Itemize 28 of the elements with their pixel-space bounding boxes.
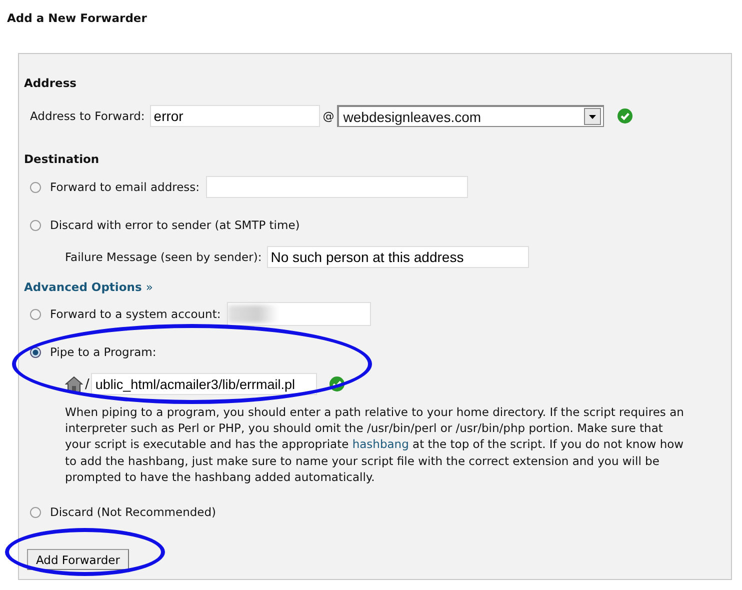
- radio-button[interactable]: [30, 220, 41, 230]
- option-label: Pipe to a Program:: [50, 345, 156, 359]
- house-icon: [65, 375, 83, 393]
- domain-select[interactable]: webdesignleaves.com: [337, 105, 604, 127]
- program-path-field[interactable]: ublic_html/acmailer3/lib/errmail.pl: [91, 373, 318, 395]
- failure-message-field[interactable]: No such person at this address: [266, 246, 529, 268]
- add-forwarder-button[interactable]: Add Forwarder: [27, 549, 129, 570]
- section-heading: Address: [24, 76, 78, 90]
- radio-button[interactable]: [30, 308, 41, 320]
- address-label: Address to Forward:: [30, 109, 145, 123]
- advanced-options-link[interactable]: Advanced Options »: [24, 280, 153, 294]
- option-label: Forward to email address:: [50, 180, 200, 194]
- at-sign: @: [322, 109, 334, 123]
- system-account-field[interactable]: [226, 302, 371, 326]
- hashbang-link[interactable]: hashbang: [352, 437, 409, 452]
- radio-button[interactable]: [30, 506, 41, 518]
- radio-button[interactable]: [30, 346, 41, 358]
- path-prefix: /: [85, 376, 90, 392]
- option-label: Forward to a system account:: [50, 307, 221, 321]
- help-paragraph: When piping to a program, you should enter a path relative to your home directory. If the script requires an interpreter such as Perl or PHP, you should omit the /usr/bin/perl or /usr/bin/php portion. Make sure that your script is executable and has the appropriate hashbang at the top of the script. If you do not know how to add the hashbang, just make sure to name your script file with the correct extension and you will be prompted to have the hashbang added automatically.: [65, 404, 685, 486]
- failure-message-label: Failure Message (seen by sender):: [65, 250, 262, 264]
- option-label: Discard (Not Recommended): [50, 505, 216, 520]
- option-label: Discard with error to sender (at SMTP time): [50, 218, 300, 232]
- address-field[interactable]: error: [150, 105, 320, 127]
- email-field[interactable]: [206, 176, 468, 198]
- section-heading: Destination: [24, 152, 100, 166]
- page-title: Add a New Forwarder: [6, 10, 148, 27]
- radio-button[interactable]: [30, 182, 41, 192]
